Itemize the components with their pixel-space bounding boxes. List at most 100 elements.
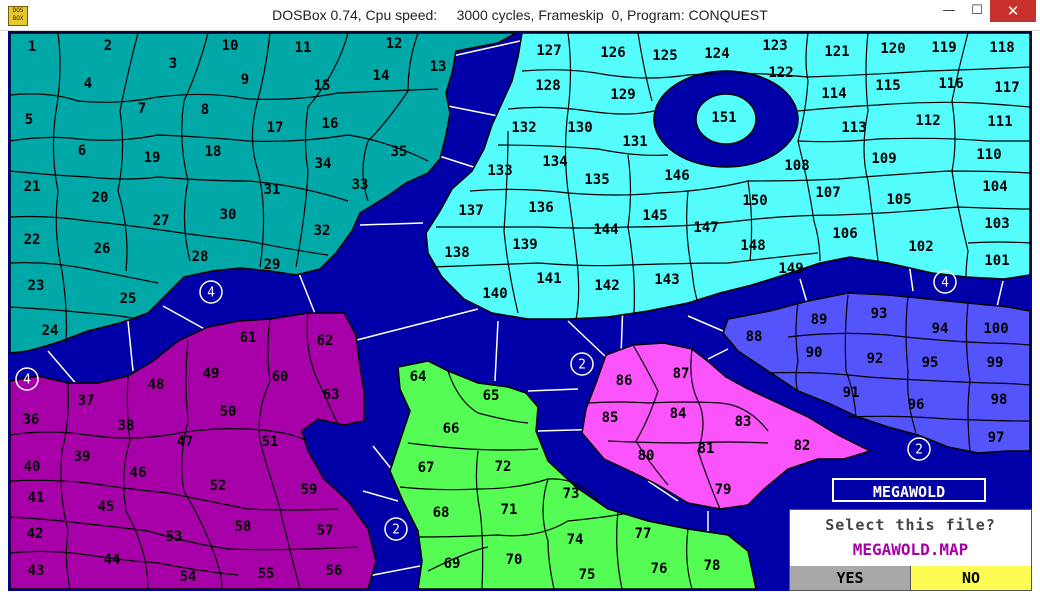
window-titlebar[interactable]: DOS BOX DOSBox 0.74, Cpu speed: 3000 cyc… xyxy=(0,0,1040,31)
territory-129[interactable]: 129 xyxy=(610,87,635,103)
territory-133[interactable]: 133 xyxy=(487,163,512,179)
territory-69[interactable]: 69 xyxy=(444,556,461,572)
territory-106[interactable]: 106 xyxy=(832,226,857,242)
territory-91[interactable]: 91 xyxy=(843,385,860,401)
territory-82[interactable]: 82 xyxy=(794,438,811,454)
territory-148[interactable]: 148 xyxy=(740,238,765,254)
territory-40[interactable]: 40 xyxy=(24,459,41,475)
territory-14[interactable]: 14 xyxy=(373,68,390,84)
territory-134[interactable]: 134 xyxy=(542,154,567,170)
territory-89[interactable]: 89 xyxy=(811,312,828,328)
territory-121[interactable]: 121 xyxy=(824,44,849,60)
territory-118[interactable]: 118 xyxy=(989,40,1014,56)
close-button[interactable]: ✕ xyxy=(990,0,1036,22)
territory-39[interactable]: 39 xyxy=(74,449,91,465)
territory-18[interactable]: 18 xyxy=(205,144,222,160)
territory-128[interactable]: 128 xyxy=(535,78,560,94)
territory-9[interactable]: 9 xyxy=(241,72,249,88)
territory-64[interactable]: 64 xyxy=(410,369,427,385)
territory-47[interactable]: 47 xyxy=(177,434,194,450)
territory-78[interactable]: 78 xyxy=(704,558,721,574)
territory-151[interactable]: 151 xyxy=(711,110,736,126)
territory-67[interactable]: 67 xyxy=(418,460,435,476)
territory-80[interactable]: 80 xyxy=(638,448,655,464)
territory-130[interactable]: 130 xyxy=(567,120,592,136)
territory-68[interactable]: 68 xyxy=(433,505,450,521)
territory-20[interactable]: 20 xyxy=(92,190,109,206)
territory-51[interactable]: 51 xyxy=(262,434,279,450)
territory-15[interactable]: 15 xyxy=(314,78,331,94)
minimize-button[interactable]: — xyxy=(934,0,964,22)
territory-48[interactable]: 48 xyxy=(148,377,165,393)
territory-149[interactable]: 149 xyxy=(778,261,803,277)
territory-43[interactable]: 43 xyxy=(28,563,45,579)
territory-72[interactable]: 72 xyxy=(495,459,512,475)
territory-63[interactable]: 63 xyxy=(323,387,340,403)
territory-1[interactable]: 1 xyxy=(28,39,36,55)
territory-70[interactable]: 70 xyxy=(506,552,523,568)
territory-24[interactable]: 24 xyxy=(42,323,59,339)
territory-137[interactable]: 137 xyxy=(458,203,483,219)
territory-124[interactable]: 124 xyxy=(704,46,729,62)
territory-25[interactable]: 25 xyxy=(120,291,137,307)
territory-85[interactable]: 85 xyxy=(602,410,619,426)
territory-86[interactable]: 86 xyxy=(616,373,633,389)
territory-55[interactable]: 55 xyxy=(258,566,275,582)
territory-52[interactable]: 52 xyxy=(210,478,227,494)
territory-61[interactable]: 61 xyxy=(240,330,257,346)
territory-115[interactable]: 115 xyxy=(875,78,900,94)
territory-84[interactable]: 84 xyxy=(670,406,687,422)
territory-141[interactable]: 141 xyxy=(536,271,561,287)
territory-2[interactable]: 2 xyxy=(104,38,112,54)
territory-36[interactable]: 36 xyxy=(23,412,40,428)
territory-92[interactable]: 92 xyxy=(867,351,884,367)
territory-112[interactable]: 112 xyxy=(915,113,940,129)
territory-71[interactable]: 71 xyxy=(501,502,518,518)
territory-81[interactable]: 81 xyxy=(698,441,715,457)
territory-65[interactable]: 65 xyxy=(483,388,500,404)
territory-76[interactable]: 76 xyxy=(651,561,668,577)
territory-4[interactable]: 4 xyxy=(84,76,92,92)
territory-45[interactable]: 45 xyxy=(98,499,115,515)
territory-107[interactable]: 107 xyxy=(815,185,840,201)
territory-28[interactable]: 28 xyxy=(192,249,209,265)
territory-114[interactable]: 114 xyxy=(821,86,846,102)
territory-88[interactable]: 88 xyxy=(746,329,763,345)
territory-8[interactable]: 8 xyxy=(201,102,209,118)
territory-34[interactable]: 34 xyxy=(315,156,332,172)
territory-30[interactable]: 30 xyxy=(220,207,237,223)
territory-42[interactable]: 42 xyxy=(27,526,44,542)
territory-13[interactable]: 13 xyxy=(430,59,447,75)
territory-62[interactable]: 62 xyxy=(317,333,334,349)
territory-21[interactable]: 21 xyxy=(24,179,41,195)
territory-127[interactable]: 127 xyxy=(536,43,561,59)
territory-113[interactable]: 113 xyxy=(841,120,866,136)
no-button[interactable]: NO xyxy=(911,566,1031,590)
territory-38[interactable]: 38 xyxy=(118,418,135,434)
territory-27[interactable]: 27 xyxy=(153,213,170,229)
territory-135[interactable]: 135 xyxy=(584,172,609,188)
territory-41[interactable]: 41 xyxy=(28,490,45,506)
territory-31[interactable]: 31 xyxy=(264,182,281,198)
territory-19[interactable]: 19 xyxy=(144,150,161,166)
territory-12[interactable]: 12 xyxy=(386,36,403,52)
territory-44[interactable]: 44 xyxy=(104,552,121,568)
territory-26[interactable]: 26 xyxy=(94,241,111,257)
territory-58[interactable]: 58 xyxy=(235,519,252,535)
territory-77[interactable]: 77 xyxy=(635,526,652,542)
territory-79[interactable]: 79 xyxy=(715,482,732,498)
territory-10[interactable]: 10 xyxy=(222,38,239,54)
territory-93[interactable]: 93 xyxy=(871,306,888,322)
territory-108[interactable]: 108 xyxy=(784,158,809,174)
territory-33[interactable]: 33 xyxy=(352,177,369,193)
territory-111[interactable]: 111 xyxy=(987,114,1012,130)
territory-125[interactable]: 125 xyxy=(652,48,677,64)
territory-109[interactable]: 109 xyxy=(871,151,896,167)
territory-144[interactable]: 144 xyxy=(593,222,618,238)
territory-145[interactable]: 145 xyxy=(642,208,667,224)
territory-120[interactable]: 120 xyxy=(880,41,905,57)
territory-97[interactable]: 97 xyxy=(988,430,1005,446)
territory-3[interactable]: 3 xyxy=(169,56,177,72)
territory-138[interactable]: 138 xyxy=(444,245,469,261)
territory-11[interactable]: 11 xyxy=(295,40,312,56)
